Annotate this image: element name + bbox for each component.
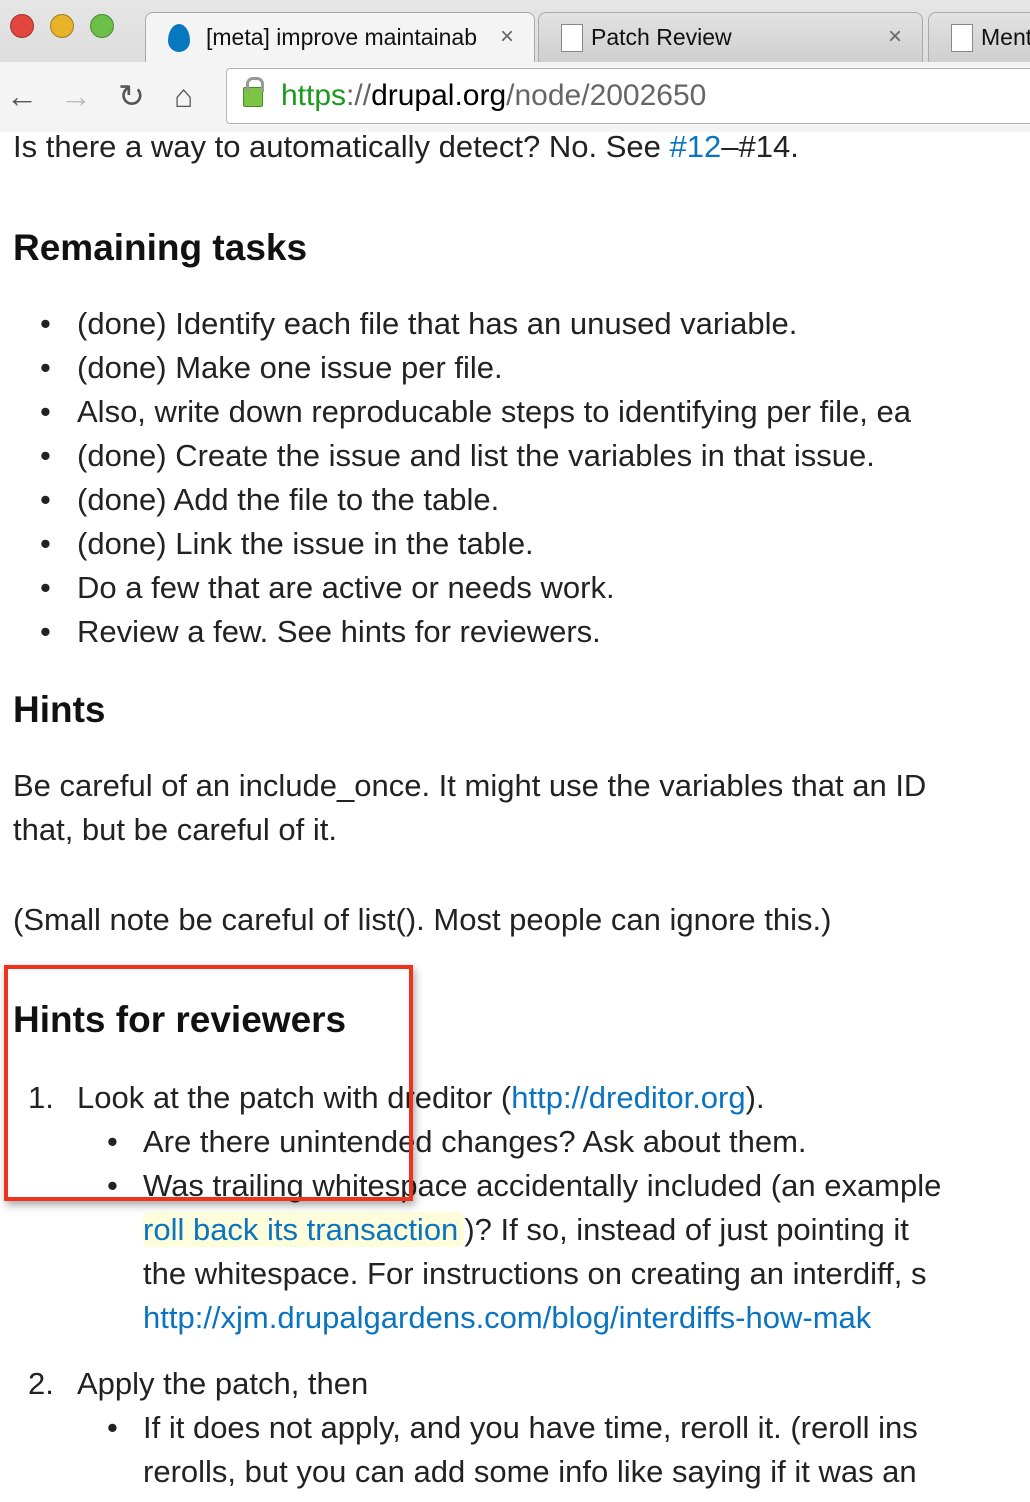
browser-chrome: [meta] improve maintainab × Patch Review… <box>0 0 1030 132</box>
list-item: Apply the patch, then <box>77 1366 369 1401</box>
remaining-task-item: Also, write down reproducable steps to i… <box>77 394 912 429</box>
toolbar: ← → ↻ ⌂ https://drupal.org/node/2002650 <box>0 62 1030 132</box>
list-number: 2. <box>28 1366 54 1401</box>
heading-remaining-tasks: Remaining tasks <box>13 227 308 268</box>
list-item-cont: rerolls, but you can add some info like … <box>143 1454 917 1489</box>
back-button[interactable]: ← <box>6 76 38 116</box>
forward-button[interactable]: → <box>60 76 92 116</box>
drupal-icon <box>168 24 190 52</box>
hints-paragraph-cont: that, but be careful of it. <box>13 812 337 847</box>
bullet: • <box>40 570 51 605</box>
bullet: • <box>40 306 51 341</box>
home-button[interactable]: ⌂ <box>174 76 193 116</box>
page-icon <box>951 24 973 52</box>
reload-button[interactable]: ↻ <box>118 76 145 116</box>
bullet: • <box>107 1410 118 1445</box>
address-bar[interactable]: https://drupal.org/node/2002650 <box>226 68 1030 124</box>
list-item-cont: roll back its transaction)? If so, inste… <box>143 1212 909 1247</box>
maximize-window-button[interactable] <box>90 14 114 38</box>
list-item-cont: http://xjm.drupalgardens.com/blog/interd… <box>143 1296 871 1340</box>
tab-ment[interactable]: Ment <box>928 12 1030 62</box>
lock-icon <box>243 77 264 107</box>
minimize-window-button[interactable] <box>50 14 74 38</box>
remaining-task-item: Review a few. See hints for reviewers. <box>77 614 601 649</box>
close-window-button[interactable] <box>10 14 34 38</box>
interdiff-link[interactable]: http://xjm.drupalgardens.com/blog/interd… <box>143 1300 871 1335</box>
remaining-task-item: (done) Link the issue in the table. <box>77 526 534 561</box>
hints-paragraph: Be careful of an include_once. It might … <box>13 768 927 803</box>
bullet: • <box>40 614 51 649</box>
bullet: • <box>40 438 51 473</box>
bullet: • <box>40 350 51 385</box>
close-tab-icon[interactable]: × <box>500 13 514 61</box>
list-item: If it does not apply, and you have time,… <box>143 1410 918 1445</box>
comment-link[interactable]: #12 <box>670 135 722 164</box>
tab-patch-review[interactable]: Patch Review × <box>538 12 923 62</box>
remaining-task-item: Do a few that are active or needs work. <box>77 570 615 605</box>
roll-back-link[interactable]: roll back its transaction <box>143 1212 465 1247</box>
remaining-task-item: (done) Add the file to the table. <box>77 482 500 517</box>
remaining-task-item: (done) Identify each file that has an un… <box>77 306 798 341</box>
annotation-highlight-box <box>4 965 413 1201</box>
bullet: • <box>40 526 51 561</box>
heading-hints: Hints <box>13 689 106 730</box>
bullet: • <box>40 482 51 517</box>
bullet: • <box>40 394 51 429</box>
close-tab-icon[interactable]: × <box>888 13 902 61</box>
remaining-task-item: (done) Make one issue per file. <box>77 350 503 385</box>
dreditor-link[interactable]: http://dreditor.org <box>511 1080 745 1115</box>
hints-note: (Small note be careful of list(). Most p… <box>13 902 832 937</box>
list-item-cont: the whitespace. For instructions on crea… <box>143 1256 927 1291</box>
tab-meta-improve[interactable]: [meta] improve maintainab × <box>145 12 535 62</box>
page-icon <box>561 24 583 52</box>
remaining-task-item: (done) Create the issue and list the var… <box>77 438 875 473</box>
